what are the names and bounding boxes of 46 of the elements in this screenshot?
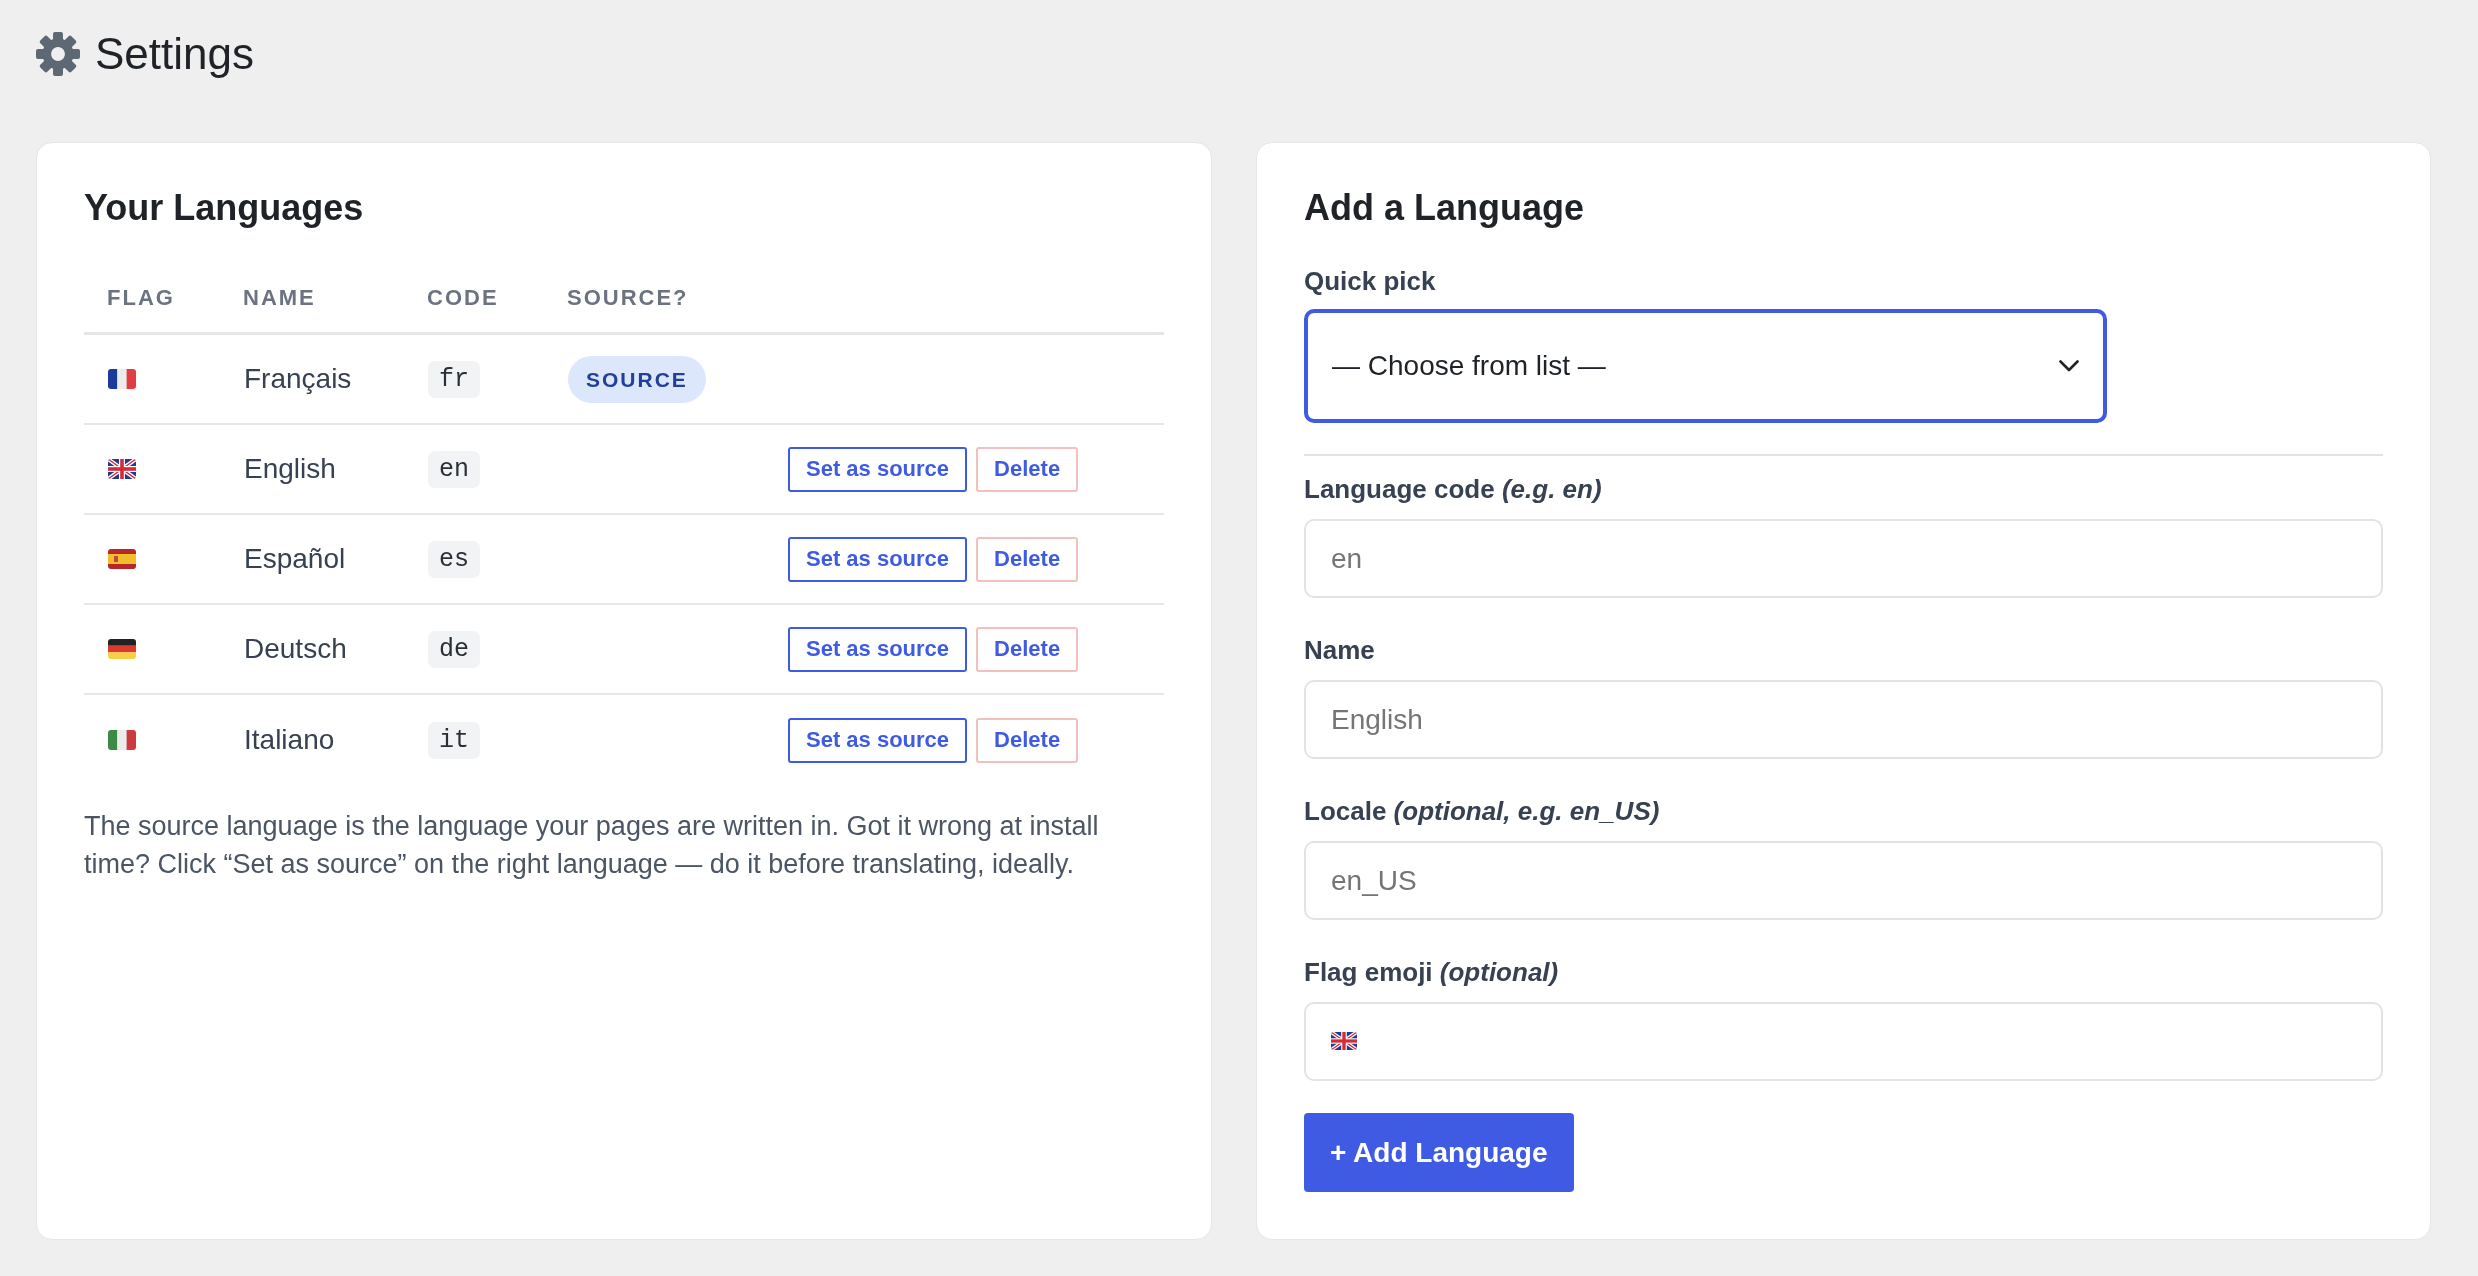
language-code: es <box>428 540 480 578</box>
input-field[interactable]: English <box>1304 680 2383 759</box>
input-field[interactable]: en_US <box>1304 841 2383 920</box>
field-label: Language code (e.g. en) <box>1304 473 1603 506</box>
set-source-button[interactable]: Set as source <box>788 626 968 672</box>
chevron-down-icon <box>2059 360 2079 372</box>
italy-flag-icon <box>108 730 136 750</box>
uk-flag-icon <box>1331 1032 1357 1050</box>
delete-button[interactable]: Delete <box>976 626 1079 672</box>
language-code: de <box>428 630 480 668</box>
page-title: Settings <box>95 29 254 79</box>
germany-flag-icon <box>108 639 136 659</box>
language-code: it <box>428 721 480 759</box>
source-badge: SOURCE <box>568 355 706 403</box>
language-name: Deutsch <box>244 632 347 666</box>
field-label: Locale (optional, e.g. en_US) <box>1304 795 1661 828</box>
quick-pick-select[interactable]: — Choose from list — <box>1304 309 2107 423</box>
column-header: CODE <box>426 284 500 311</box>
language-name: English <box>244 452 336 486</box>
field-label: Flag emoji (optional) <box>1304 956 1560 989</box>
set-source-button[interactable]: Set as source <box>788 446 968 492</box>
input-field[interactable] <box>1304 1002 2383 1081</box>
settings-icon <box>36 32 80 76</box>
language-name: Français <box>244 362 352 396</box>
france-flag-icon <box>108 369 136 389</box>
language-code: fr <box>428 360 480 398</box>
column-header: SOURCE? <box>566 284 690 311</box>
set-source-button[interactable]: Set as source <box>788 717 968 763</box>
delete-button[interactable]: Delete <box>976 717 1079 763</box>
language-code: en <box>428 450 480 488</box>
delete-button[interactable]: Delete <box>976 536 1079 582</box>
uk-flag-icon <box>108 459 136 479</box>
spain-flag-icon <box>108 549 136 569</box>
card-title: Your Languages <box>84 190 365 226</box>
set-source-button[interactable]: Set as source <box>788 536 968 582</box>
help-text: The source language is the language your pages are written in. Got it wrong at install time? Click “Set as source” on the right language — do it before translating, ideally. <box>84 810 1100 881</box>
column-header: NAME <box>242 284 317 311</box>
input-field[interactable]: en <box>1304 519 2383 598</box>
language-name: Español <box>244 542 346 576</box>
card-title: Add a Language <box>1304 190 1586 226</box>
add-language-button[interactable]: + Add Language <box>1304 1113 1574 1192</box>
column-header: FLAG <box>106 284 176 311</box>
field-label: Name <box>1304 634 1376 667</box>
delete-button[interactable]: Delete <box>976 446 1079 492</box>
field-label: Quick pick <box>1304 265 1437 298</box>
language-name: Italiano <box>244 723 335 757</box>
